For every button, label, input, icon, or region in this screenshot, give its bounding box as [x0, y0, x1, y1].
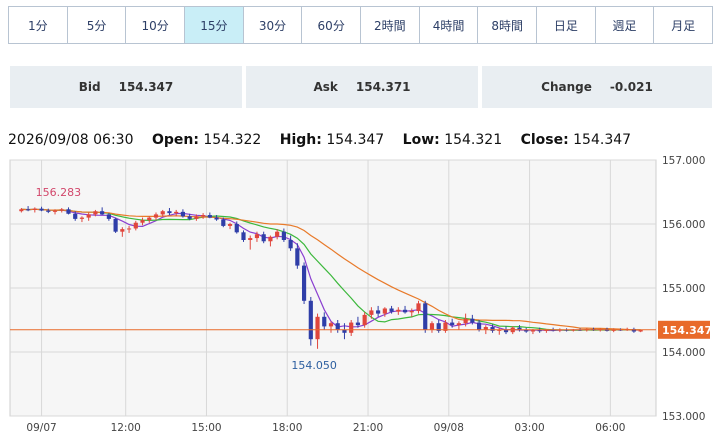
candle-body — [490, 327, 495, 331]
candle-body — [362, 314, 367, 326]
candle-body — [147, 217, 152, 221]
candle-body — [180, 211, 186, 217]
x-tick-label: 09/07 — [26, 422, 56, 434]
x-tick-label: 12:00 — [111, 422, 141, 434]
candle-body — [26, 209, 31, 211]
candle-body — [530, 330, 536, 332]
candle-body — [322, 316, 327, 327]
candle-body — [328, 323, 334, 327]
trough-annotation: 154.050 — [291, 359, 337, 372]
candle-body — [476, 322, 482, 330]
candle-body — [140, 220, 145, 223]
candle-body — [423, 303, 428, 330]
candle-body — [126, 228, 132, 230]
candle-body — [275, 231, 280, 237]
candle-body — [335, 323, 340, 330]
candle-body — [201, 215, 206, 217]
candle-body — [32, 208, 37, 210]
candle-body — [234, 224, 239, 233]
candle-body — [463, 318, 468, 324]
candle-body — [93, 211, 98, 215]
candle-body — [207, 215, 212, 218]
current-price-label: 154.347 — [662, 324, 712, 337]
x-tick-label: 15:00 — [191, 422, 221, 434]
candle-body — [308, 300, 313, 340]
candle-body — [261, 234, 266, 242]
candle-body — [52, 210, 58, 212]
candle-body — [369, 310, 374, 315]
candle-body — [382, 308, 387, 314]
candle-body — [221, 219, 226, 226]
candle-body — [450, 322, 455, 326]
peak-annotation: 156.283 — [36, 186, 82, 199]
candle-body — [537, 330, 542, 332]
x-tick-label: 09/08 — [434, 422, 464, 434]
candle-body — [19, 209, 24, 212]
candle-body — [281, 231, 286, 240]
candle-body — [254, 234, 260, 239]
candle-body — [402, 309, 408, 313]
candle-body — [73, 213, 78, 219]
candle-body — [167, 211, 172, 214]
y-tick-label: 154.000 — [662, 347, 705, 359]
candle-body — [66, 209, 71, 214]
candle-body — [396, 309, 401, 312]
candle-body — [106, 214, 111, 219]
candle-body — [416, 303, 421, 312]
candle-body — [153, 214, 159, 218]
candle-body — [456, 323, 461, 326]
candle-body — [39, 208, 44, 211]
candle-body — [268, 236, 273, 242]
candle-body — [160, 211, 165, 215]
x-tick-label: 03:00 — [514, 422, 544, 434]
candle-body — [187, 216, 192, 219]
candle-body — [46, 210, 51, 212]
y-tick-label: 155.000 — [662, 283, 705, 295]
candle-body — [59, 209, 64, 211]
candle-body — [389, 308, 394, 312]
candle-body — [355, 322, 361, 326]
candle-body — [86, 214, 91, 218]
candle-body — [214, 217, 219, 220]
price-chart[interactable]: 157.000 156.000 155.000 154.000 153.000 09/07… — [0, 0, 720, 438]
x-tick-label: 21:00 — [353, 422, 383, 434]
candle-body — [227, 224, 233, 226]
candle-body — [483, 327, 488, 330]
y-tick-label: 156.000 — [662, 219, 705, 231]
candle-body — [295, 248, 300, 266]
x-tick-label: 06:00 — [595, 422, 625, 434]
candle-body — [100, 211, 105, 215]
candle-body — [288, 240, 293, 249]
y-tick-label: 153.000 — [662, 411, 705, 423]
candle-body — [194, 216, 199, 219]
candle-body — [349, 322, 354, 333]
y-tick-label: 157.000 — [662, 155, 705, 167]
candle-body — [470, 318, 475, 323]
candle-body — [301, 265, 307, 301]
candle-body — [241, 232, 246, 240]
candle-body — [133, 222, 138, 229]
candle-body — [429, 323, 435, 330]
x-tick-label: 18:00 — [272, 422, 302, 434]
candle-body — [174, 211, 179, 214]
candle-body — [120, 229, 125, 232]
candle-body — [376, 310, 381, 314]
candle-body — [79, 217, 85, 219]
candle-body — [409, 311, 414, 313]
candle-body — [113, 218, 118, 232]
candle-body — [315, 316, 320, 340]
candle-body — [248, 238, 253, 240]
